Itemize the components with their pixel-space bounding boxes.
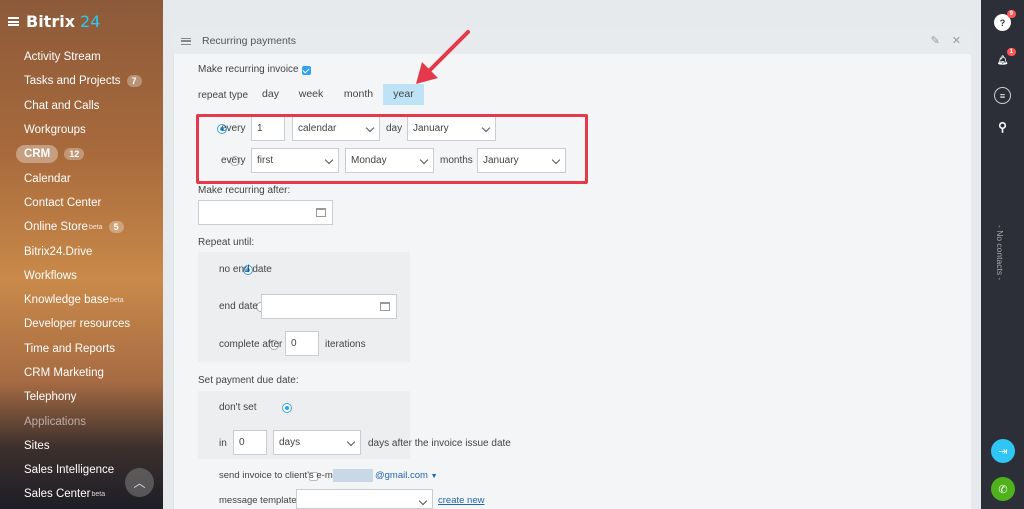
sidebar-item[interactable]: Workflows xyxy=(0,264,163,288)
sidebar-item[interactable]: Knowledge base beta xyxy=(0,288,163,312)
panel-header: Recurring payments ✎ ✕ xyxy=(173,28,971,54)
iterations-label: iterations xyxy=(325,339,366,350)
sidebar-item-label: CRM Marketing xyxy=(24,367,104,379)
chat-icon[interactable]: ≡ xyxy=(994,87,1011,104)
sidebar-item[interactable]: Telephony xyxy=(0,385,163,409)
sidebar-item-label: Workgroups xyxy=(24,124,86,137)
search-icon[interactable]: ⚲ xyxy=(994,118,1011,135)
repeat-type-label: repeat type xyxy=(198,90,249,101)
redacted-email xyxy=(333,469,373,482)
logo-number: 24 xyxy=(80,12,101,31)
panel-title: Recurring payments xyxy=(202,35,296,47)
notif-badge: 1 xyxy=(1006,48,1016,56)
beta-tag: beta xyxy=(110,296,124,304)
end-date-input[interactable] xyxy=(261,294,397,319)
sidebar-item-label: Tasks and Projects xyxy=(24,75,121,88)
sidebar-item-label: Contact Center xyxy=(24,196,102,209)
tab-month[interactable]: month xyxy=(336,84,381,105)
sidebar-item[interactable]: Tasks and Projects 7 xyxy=(0,69,163,93)
sidebar-item-label: Workflows xyxy=(24,269,77,282)
open-lines-button[interactable]: ⇥ xyxy=(991,439,1015,463)
sidebar-item-label: Calendar xyxy=(24,172,71,185)
highlight-box xyxy=(196,114,588,184)
sidebar-nav: Activity Stream Tasks and Projects 7 Chat a… xyxy=(0,45,163,507)
sidebar-item[interactable]: CRM Marketing xyxy=(0,361,163,385)
sidebar-item-label: Time and Reports xyxy=(24,342,115,355)
make-after-label: Make recurring after: xyxy=(198,185,291,196)
sidebar-item-label: Online Store xyxy=(24,221,88,234)
email-domain: @gmail.com xyxy=(375,470,428,481)
phone-call-button[interactable]: ✆ xyxy=(991,477,1015,501)
logo-text: Bitrix xyxy=(26,12,76,31)
counter-badge: 12 xyxy=(64,148,85,161)
help-badge: 9 xyxy=(1006,10,1016,18)
beta-tag: beta xyxy=(88,223,103,231)
sidebar-item[interactable]: Calendar xyxy=(0,166,163,190)
sidebar-item-label: Bitrix24.Drive xyxy=(24,245,93,258)
email-domain-link[interactable]: @gmail.com ▼ xyxy=(375,470,438,481)
complete-after-label: complete after xyxy=(219,339,283,350)
in-label: in xyxy=(219,438,227,449)
sidebar-item[interactable]: Time and Reports xyxy=(0,337,163,361)
make-recurring-label: Make recurring invoice xyxy=(198,64,299,75)
sidebar-item[interactable]: Developer resources xyxy=(0,312,163,336)
counter-badge: 5 xyxy=(108,221,124,234)
sidebar-item-label: Developer resources xyxy=(24,318,131,331)
sidebar-item-label: CRM xyxy=(16,145,59,164)
left-sidebar: Bitrix 24 Activity Stream Tasks and Proje… xyxy=(0,0,163,509)
sidebar-item[interactable]: Online Store beta 5 xyxy=(0,215,163,239)
sidebar-item-label: Sites xyxy=(24,439,50,452)
make-recurring-checkbox[interactable] xyxy=(302,66,311,75)
sidebar-item[interactable]: CRM 12 xyxy=(0,142,163,166)
bell-icon[interactable]: 🔔︎ 1 xyxy=(994,48,1016,69)
sidebar-item-label: Chat and Calls xyxy=(24,99,100,112)
sidebar-item[interactable]: Activity Stream xyxy=(0,45,163,69)
create-new-link[interactable]: create new xyxy=(438,495,484,506)
calendar-icon[interactable] xyxy=(380,302,390,311)
sidebar-item[interactable]: Sites xyxy=(0,434,163,458)
help-icon[interactable]: ? 9 xyxy=(994,10,1016,31)
days-unit-select[interactable]: days xyxy=(273,430,361,455)
sidebar-item[interactable]: Applications xyxy=(0,409,163,433)
logo[interactable]: Bitrix 24 xyxy=(8,12,100,31)
edit-icon[interactable]: ✎ xyxy=(931,34,940,47)
due-date-label: Set payment due date: xyxy=(198,375,299,386)
calendar-icon[interactable] xyxy=(316,208,326,217)
sidebar-item-label: Sales Intelligence xyxy=(24,464,115,477)
no-end-date-label: no end date xyxy=(219,264,272,275)
sidebar-item[interactable]: Contact Center xyxy=(0,191,163,215)
sidebar-item-label: Activity Stream xyxy=(24,51,101,64)
make-after-date-input[interactable] xyxy=(198,200,333,225)
sidebar-item[interactable]: Bitrix24.Drive xyxy=(0,239,163,263)
sidebar-item[interactable]: Workgroups xyxy=(0,118,163,142)
tab-week[interactable]: week xyxy=(291,84,331,105)
iterations-input[interactable]: 0 xyxy=(285,331,319,356)
sidebar-item-label: Telephony xyxy=(24,391,77,404)
scroll-up-button[interactable]: ︿ xyxy=(125,468,154,497)
dont-set-label: don't set xyxy=(219,402,257,413)
message-template-label: message template: xyxy=(219,495,300,506)
sidebar-item[interactable]: Chat and Calls xyxy=(0,94,163,118)
repeat-until-label: Repeat until: xyxy=(198,237,255,248)
counter-badge: 7 xyxy=(126,75,142,88)
end-date-label: end date xyxy=(219,301,258,312)
no-contacts-label: - No contacts - xyxy=(995,225,1005,281)
message-template-select[interactable] xyxy=(296,489,433,509)
sidebar-item-label: Sales Center xyxy=(24,488,91,501)
send-invoice-label: send invoice to client's e-mail xyxy=(219,470,343,481)
days-after-label: days after the invoice issue date xyxy=(368,438,511,449)
drag-handle-icon[interactable] xyxy=(181,37,191,45)
close-icon[interactable]: ✕ xyxy=(952,34,961,47)
chevron-down-icon: ▼ xyxy=(430,473,438,480)
red-arrow-annotation xyxy=(416,30,470,84)
tab-day[interactable]: day xyxy=(253,84,288,105)
menu-icon[interactable] xyxy=(8,17,19,26)
beta-tag: beta xyxy=(91,490,106,498)
days-input[interactable]: 0 xyxy=(233,430,267,455)
sidebar-item-label: Knowledge base xyxy=(24,294,110,307)
sidebar-item-label: Applications xyxy=(24,415,87,428)
